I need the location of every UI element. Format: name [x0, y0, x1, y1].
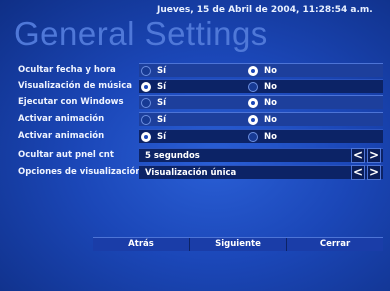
selector-band: 5 segundos < >	[139, 148, 383, 163]
radio-label: No	[264, 98, 277, 108]
next-button[interactable]: Siguiente	[190, 238, 286, 251]
radio-si[interactable]: Sí	[141, 80, 241, 94]
radio-si[interactable]: Sí	[141, 113, 241, 127]
arrow-right-icon[interactable]: >	[367, 165, 381, 180]
radio-label: Sí	[157, 66, 167, 76]
radio-no[interactable]: No	[248, 130, 348, 144]
radio-no[interactable]: No	[248, 64, 348, 78]
setting-band: Sí No	[139, 112, 383, 126]
button-bar: Atrás Siguiente Cerrar	[93, 237, 383, 251]
radio-si[interactable]: Sí	[141, 64, 241, 78]
radio-label: Sí	[157, 115, 167, 125]
date-time: Jueves, 15 de Abril de 2004, 11:28:54 a.…	[157, 5, 373, 15]
setting-label: Visualización de música	[18, 81, 132, 91]
selector-label: Ocultar aut pnel cnt	[18, 150, 114, 160]
radio-label: No	[264, 66, 277, 76]
page-title: General Settings	[14, 15, 268, 52]
setting-label: Ocultar fecha y hora	[18, 65, 116, 75]
radio-circle-icon	[248, 132, 258, 142]
setting-row-hide-datetime: Ocultar fecha y hora Sí No	[0, 63, 390, 77]
radio-label: No	[264, 115, 277, 125]
radio-label: Sí	[157, 82, 167, 92]
radio-selected-icon	[248, 98, 258, 108]
radio-circle-icon	[141, 115, 151, 125]
selector-value: Visualización única	[145, 168, 237, 178]
setting-row-run-with-windows: Ejecutar con Windows Sí No	[0, 95, 390, 109]
setting-label: Activar animación	[18, 131, 105, 141]
radio-si[interactable]: Sí	[141, 96, 241, 110]
selector-label: Opciones de visualización	[18, 167, 142, 177]
setting-row-enable-animation-1: Activar animación Sí No	[0, 112, 390, 126]
arrow-left-icon[interactable]: <	[351, 148, 365, 163]
radio-si[interactable]: Sí	[141, 130, 241, 144]
radio-no[interactable]: No	[248, 96, 348, 110]
radio-selected-icon	[141, 82, 151, 92]
radio-selected-icon	[248, 115, 258, 125]
radio-label: Sí	[157, 98, 167, 108]
selector-value: 5 segundos	[145, 151, 200, 161]
radio-circle-icon	[141, 66, 151, 76]
radio-label: No	[264, 132, 277, 142]
selector-row-auto-hide: Ocultar aut pnel cnt 5 segundos < >	[0, 148, 390, 163]
setting-label: Ejecutar con Windows	[18, 97, 124, 107]
radio-circle-icon	[248, 82, 258, 92]
arrow-right-icon[interactable]: >	[367, 148, 381, 163]
radio-selected-icon	[141, 132, 151, 142]
setting-band: Sí No	[139, 63, 383, 77]
setting-row-enable-animation-2: Activar animación Sí No	[0, 129, 390, 143]
radio-label: Sí	[157, 132, 167, 142]
setting-label: Activar animación	[18, 114, 105, 124]
close-button[interactable]: Cerrar	[287, 238, 383, 251]
setting-band: Sí No	[139, 79, 383, 93]
radio-no[interactable]: No	[248, 113, 348, 127]
selector-band: Visualización única < >	[139, 165, 383, 180]
setting-band: Sí No	[139, 95, 383, 109]
back-button[interactable]: Atrás	[93, 238, 189, 251]
setting-row-music-display: Visualización de música Sí No	[0, 79, 390, 93]
radio-label: No	[264, 82, 277, 92]
radio-selected-icon	[248, 66, 258, 76]
setting-band: Sí No	[139, 129, 383, 143]
radio-no[interactable]: No	[248, 80, 348, 94]
arrow-left-icon[interactable]: <	[351, 165, 365, 180]
selector-row-display-options: Opciones de visualización Visualización …	[0, 165, 390, 180]
radio-circle-icon	[141, 98, 151, 108]
